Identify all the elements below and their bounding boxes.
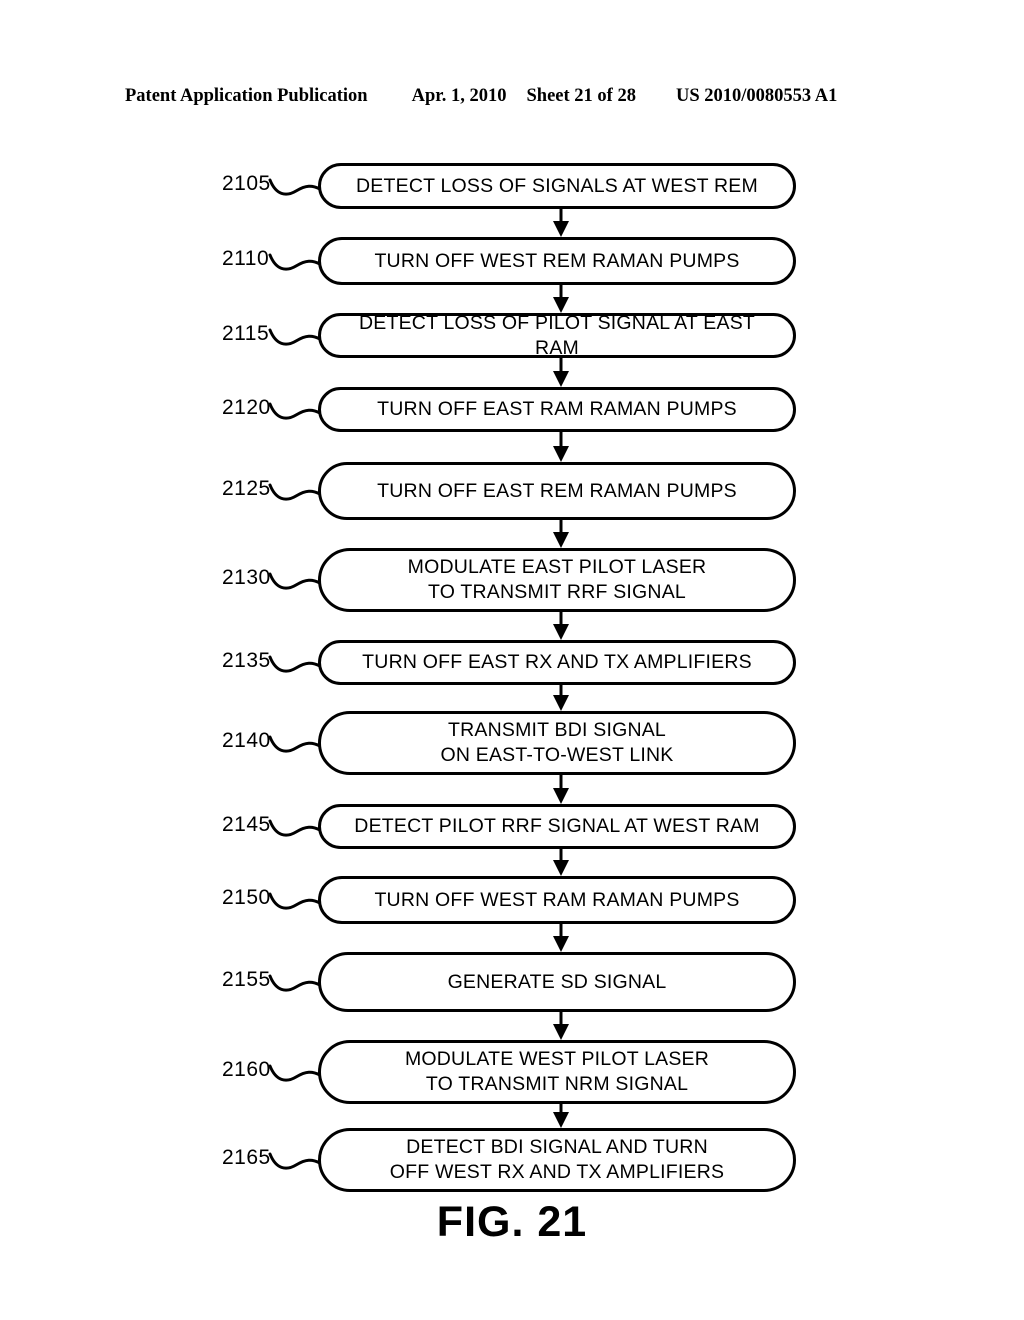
flow-arrow-2125-to-2130 — [553, 520, 569, 548]
reference-numeral-2140: 2140 — [222, 729, 271, 752]
flow-node-2115: DETECT LOSS OF PILOT SIGNAL AT EAST RAM — [318, 311, 796, 359]
flow-arrow-2160-to-2165 — [553, 1104, 569, 1128]
flow-node-2105: DETECT LOSS OF SIGNALS AT WEST REM — [318, 163, 796, 209]
flow-node-2150: TURN OFF WEST RAM RAMAN PUMPS — [318, 876, 796, 924]
flow-node-label: TURN OFF WEST REM RAMAN PUMPS — [374, 249, 740, 272]
flow-node-2145: DETECT PILOT RRF SIGNAL AT WEST RAM — [318, 804, 796, 849]
flow-arrow-2115-to-2120 — [553, 358, 569, 387]
flow-node-label: DETECT BDI SIGNAL AND TURN OFF WEST RX A… — [389, 1136, 725, 1183]
reference-numeral-2130: 2130 — [222, 566, 271, 589]
flow-arrow-2140-to-2145 — [553, 775, 569, 804]
reference-numeral-2115: 2115 — [222, 321, 270, 345]
flow-node-label: MODULATE WEST PILOT LASER TO TRANSMIT NR… — [404, 1048, 710, 1095]
flow-node-label: DETECT LOSS OF PILOT SIGNAL AT EAST RAM — [358, 311, 756, 359]
reference-numeral-2165: 2165 — [222, 1146, 271, 1169]
reference-numeral-2120: 2120 — [222, 395, 271, 419]
flow-arrow-2135-to-2140 — [553, 685, 569, 711]
flow-node-2130: MODULATE EAST PILOT LASER TO TRANSMIT RR… — [318, 548, 796, 612]
reference-numeral-2145: 2145 — [222, 812, 271, 836]
flow-node-label: TURN OFF EAST RAM RAMAN PUMPS — [377, 398, 737, 420]
flow-node-2135: TURN OFF EAST RX AND TX AMPLIFIERS — [318, 640, 796, 685]
reference-numeral-2125: 2125 — [222, 477, 271, 500]
reference-numeral-2150: 2150 — [222, 886, 271, 909]
reference-numeral-2155: 2155 — [222, 968, 271, 991]
flow-node-label: TURN OFF EAST REM RAMAN PUMPS — [377, 479, 737, 502]
figure-caption: FIG. 21 — [436, 1198, 588, 1246]
flowchart-diagram: DETECT LOSS OF SIGNALS AT WEST REM 2105 TU… — [0, 0, 1024, 1320]
flow-node-2160: MODULATE WEST PILOT LASER TO TRANSMIT NR… — [318, 1040, 796, 1104]
reference-numeral-2105: 2105 — [222, 172, 271, 195]
flow-node-label: MODULATE EAST PILOT LASER TO TRANSMIT RR… — [407, 556, 707, 603]
flow-arrow-2145-to-2150 — [553, 849, 569, 876]
flow-node-label: TURN OFF WEST RAM RAMAN PUMPS — [374, 888, 740, 911]
flow-arrow-2110-to-2115 — [553, 285, 569, 313]
reference-numeral-2160: 2160 — [222, 1058, 271, 1081]
flow-node-label: TRANSMIT BDI SIGNAL ON EAST-TO-WEST LINK — [440, 719, 674, 766]
flow-node-2165: DETECT BDI SIGNAL AND TURN OFF WEST RX A… — [318, 1128, 796, 1192]
flow-node-label: GENERATE SD SIGNAL — [447, 970, 667, 993]
flow-arrow-2155-to-2160 — [553, 1012, 569, 1040]
flow-arrow-2105-to-2110 — [553, 209, 569, 237]
flow-node-2120: TURN OFF EAST RAM RAMAN PUMPS — [318, 387, 796, 432]
flow-node-label: DETECT PILOT RRF SIGNAL AT WEST RAM — [354, 815, 760, 837]
flow-node-label: TURN OFF EAST RX AND TX AMPLIFIERS — [362, 651, 752, 673]
reference-numeral-2135: 2135 — [222, 648, 271, 672]
flow-node-2110: TURN OFF WEST REM RAMAN PUMPS — [318, 237, 796, 285]
flow-node-2155: GENERATE SD SIGNAL — [318, 952, 796, 1012]
flow-arrow-2130-to-2135 — [553, 612, 569, 640]
flow-arrow-2120-to-2125 — [553, 432, 569, 462]
flow-node-2140: TRANSMIT BDI SIGNAL ON EAST-TO-WEST LINK — [318, 711, 796, 775]
flow-arrow-2150-to-2155 — [553, 924, 569, 952]
flow-node-label: DETECT LOSS OF SIGNALS AT WEST REM — [356, 174, 758, 197]
reference-numeral-2110: 2110 — [222, 247, 270, 270]
flow-node-2125: TURN OFF EAST REM RAMAN PUMPS — [318, 462, 796, 520]
